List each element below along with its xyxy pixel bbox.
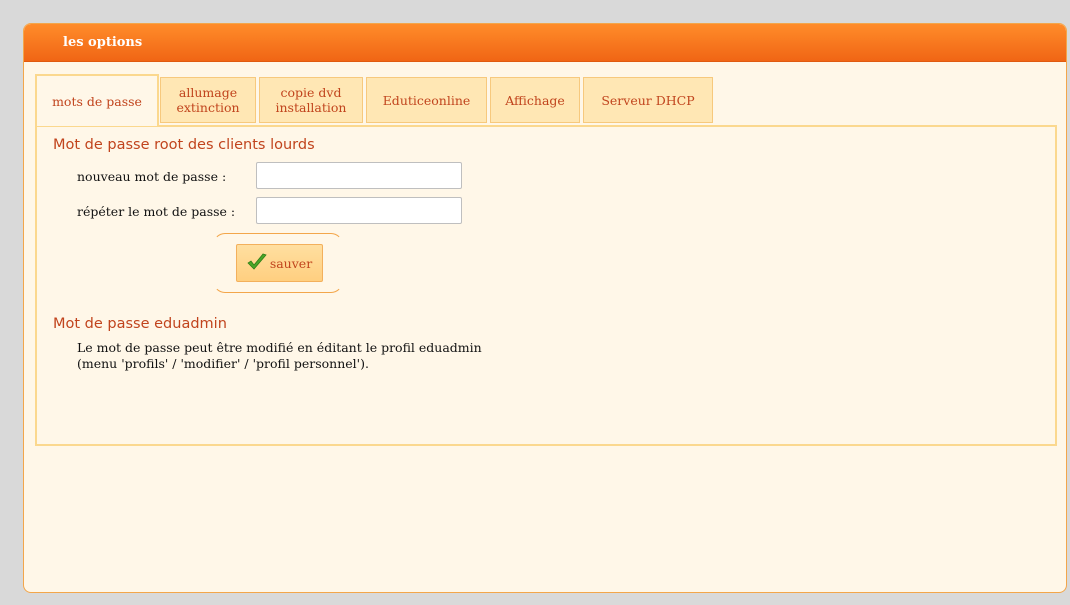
root-password-section-title: Mot de passe root des clients lourds (53, 137, 315, 153)
tab-allumage-extinction[interactable]: allumage extinction (160, 77, 256, 123)
tab-label: allumage extinction (176, 85, 240, 115)
tab-affichage[interactable]: Affichage (490, 77, 580, 123)
save-button-frame: sauver (213, 233, 343, 293)
tab-mots-de-passe[interactable]: mots de passe (35, 74, 159, 126)
panel-title: les options (24, 24, 1066, 62)
tab-label: Affichage (505, 92, 565, 108)
eduadmin-section-title: Mot de passe eduadmin (53, 316, 227, 332)
save-button-label: sauver (269, 255, 313, 271)
tab-serveur-dhcp[interactable]: Serveur DHCP (583, 77, 713, 123)
repeat-password-input[interactable] (256, 197, 462, 224)
tab-label: copie dvd installation (275, 85, 347, 115)
tab-copie-dvd-installation[interactable]: copie dvd installation (259, 77, 363, 123)
save-button[interactable]: sauver (236, 244, 323, 282)
repeat-password-label: répéter le mot de passe : (77, 204, 236, 219)
eduadmin-info-text: Le mot de passe peut être modifié en édi… (77, 340, 482, 371)
tab-content: Mot de passe root des clients lourds nou… (35, 125, 1057, 446)
new-password-input[interactable] (256, 162, 462, 189)
checkmark-icon (247, 253, 270, 274)
tab-eduticeonline[interactable]: Eduticeonline (366, 77, 487, 123)
tab-label: mots de passe (52, 93, 142, 109)
tab-label: Eduticeonline (382, 92, 471, 108)
tab-label: Serveur DHCP (601, 92, 695, 108)
new-password-label: nouveau mot de passe : (77, 169, 227, 184)
options-panel: les options mots de passe allumage extin… (23, 23, 1067, 593)
